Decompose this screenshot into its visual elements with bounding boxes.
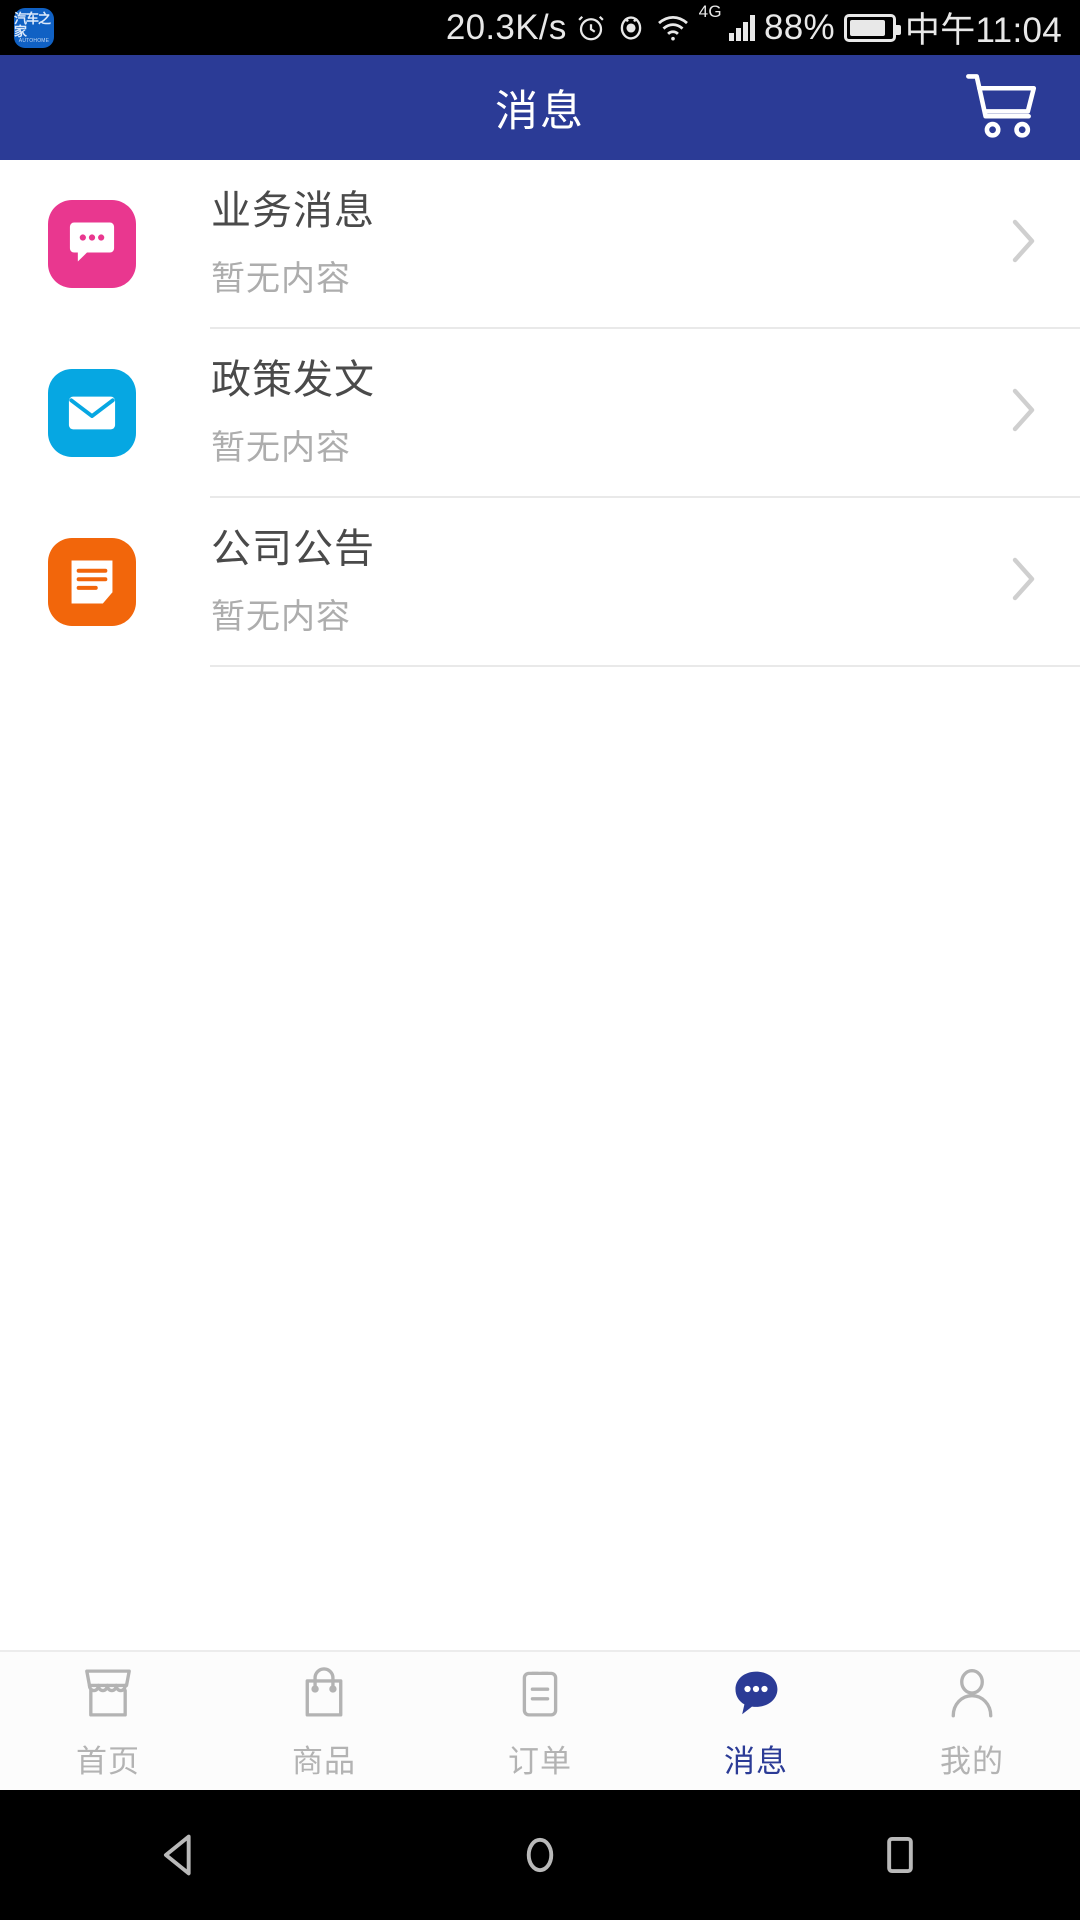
app-header: 消息 <box>0 55 1080 160</box>
battery-percent-text: 88% <box>763 7 835 47</box>
square-recents-icon[interactable] <box>840 1790 960 1920</box>
phone-screen: 汽车之家 AUTOHOME 20.3K/s 4G 88% 中午11:04 消息 … <box>0 0 1080 1920</box>
list-item[interactable]: 业务消息 暂无内容 <box>0 160 1080 327</box>
tab-mine[interactable]: 我的 <box>864 1662 1080 1781</box>
network-type-text: 4G <box>698 2 722 21</box>
list-item-title: 公司公告 <box>211 526 375 571</box>
list-item[interactable]: 公司公告 暂无内容 <box>0 498 1080 665</box>
status-bar: 汽车之家 AUTOHOME 20.3K/s 4G 88% 中午11:04 <box>0 0 1080 55</box>
battery-icon <box>843 13 901 42</box>
list-item-body: 政策发文 暂无内容 <box>211 357 1010 469</box>
envelope-icon <box>48 368 136 457</box>
list-item-title: 业务消息 <box>211 188 375 233</box>
content-empty-area <box>0 667 1080 1650</box>
document-icon <box>48 537 136 626</box>
clock-text: 中午11:04 <box>904 11 1062 50</box>
person-icon <box>943 1662 1001 1724</box>
list-item-title: 政策发文 <box>211 357 375 402</box>
tab-products[interactable]: 商品 <box>216 1662 432 1781</box>
alarm-icon <box>576 13 606 43</box>
list-item[interactable]: 政策发文 暂无内容 <box>0 329 1080 496</box>
android-navigation-bar <box>0 1790 1080 1920</box>
list-item-body: 业务消息 暂无内容 <box>211 188 1010 300</box>
network-speed-text: 20.3K/s <box>445 7 567 47</box>
tab-label: 我的 <box>940 1743 1004 1779</box>
list-item-body: 公司公告 暂无内容 <box>211 526 1010 638</box>
tab-orders[interactable]: 订单 <box>432 1662 648 1781</box>
tab-label: 订单 <box>508 1743 572 1779</box>
clipboard-icon <box>511 1662 569 1724</box>
app-badge-line1: 汽车之家 <box>14 10 51 39</box>
app-notification-icon: 汽车之家 AUTOHOME <box>14 7 54 48</box>
shopping-cart-icon[interactable] <box>964 70 1040 145</box>
status-bar-left: 汽车之家 AUTOHOME <box>14 7 54 48</box>
list-item-subtitle: 暂无内容 <box>211 597 351 636</box>
tab-messages[interactable]: 消息 <box>648 1662 864 1781</box>
app-badge-line2: AUTOHOME <box>18 37 50 44</box>
bottom-tab-bar: 首页 商品 订单 消息 我的 <box>0 1650 1080 1790</box>
status-bar-right: 20.3K/s 4G 88% 中午11:04 <box>446 2 1062 53</box>
chat-bubble-icon <box>727 1662 785 1724</box>
chat-bubble-icon <box>48 199 136 288</box>
wifi-icon <box>656 14 690 42</box>
storefront-icon <box>79 1662 137 1724</box>
triangle-back-icon[interactable] <box>120 1790 240 1920</box>
tab-label: 商品 <box>292 1743 356 1779</box>
chevron-right-icon <box>1010 386 1038 439</box>
tab-label: 消息 <box>724 1743 788 1779</box>
tab-home[interactable]: 首页 <box>0 1662 216 1781</box>
shopping-bag-icon <box>295 1662 353 1724</box>
tab-label: 首页 <box>76 1743 140 1779</box>
signal-bars-icon <box>728 14 755 41</box>
circle-home-icon[interactable] <box>480 1790 600 1920</box>
list-item-subtitle: 暂无内容 <box>211 428 351 467</box>
message-list: 业务消息 暂无内容 政策发文 暂无内容 公司公告 暂无内容 <box>0 160 1080 667</box>
chevron-right-icon <box>1010 555 1038 608</box>
chevron-right-icon <box>1010 217 1038 270</box>
page-title: 消息 <box>495 87 585 136</box>
eye-icon <box>615 15 647 41</box>
list-item-subtitle: 暂无内容 <box>211 259 351 298</box>
